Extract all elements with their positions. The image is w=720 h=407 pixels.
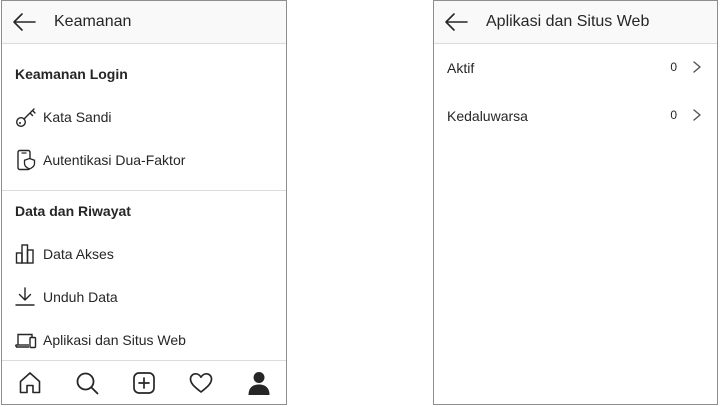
menu-item-label: Unduh Data: [43, 289, 118, 305]
heart-icon: [189, 372, 213, 393]
bar-chart-icon: [15, 244, 34, 264]
menu-item-password[interactable]: Kata Sandi: [2, 97, 286, 137]
menu-item-two-factor[interactable]: Autentikasi Dua-Faktor: [2, 140, 286, 180]
row-count: 0: [670, 60, 677, 74]
menu-item-download-data[interactable]: Unduh Data: [2, 277, 286, 317]
search-icon: [76, 372, 99, 395]
apps-websites-screen: Aplikasi dan Situs Web Aktif 0 Kedaluwar…: [433, 0, 718, 405]
chevron-right-icon: [693, 61, 701, 73]
row-label: Aktif: [447, 60, 475, 76]
top-bar: Keamanan: [2, 1, 286, 44]
page-title: Keamanan: [54, 13, 132, 30]
nav-profile-button[interactable]: [246, 370, 272, 396]
profile-icon: [248, 372, 270, 395]
nav-activity-button[interactable]: [188, 370, 214, 396]
row-count: 0: [670, 108, 677, 122]
row-active[interactable]: Aktif 0: [434, 45, 717, 89]
nav-home-button[interactable]: [17, 370, 43, 396]
back-button[interactable]: [443, 12, 469, 32]
bottom-nav: [2, 360, 286, 404]
row-expired[interactable]: Kedaluwarsa 0: [434, 93, 717, 137]
security-screen: Keamanan Keamanan Login Kata Sandi Auten…: [1, 0, 287, 405]
top-bar: Aplikasi dan Situs Web: [434, 1, 717, 44]
nav-search-button[interactable]: [74, 370, 100, 396]
chevron-right-icon: [693, 109, 701, 121]
key-icon: [15, 108, 36, 128]
back-button[interactable]: [11, 12, 37, 32]
download-icon: [15, 287, 35, 306]
section-divider: [2, 190, 286, 191]
arrow-left-icon: [13, 13, 36, 31]
phone-shield-icon: [17, 149, 36, 171]
menu-item-label: Aplikasi dan Situs Web: [43, 332, 186, 348]
page-title: Aplikasi dan Situs Web: [486, 13, 650, 30]
arrow-left-icon: [445, 13, 468, 31]
section-title-data-history: Data dan Riwayat: [15, 203, 131, 219]
section-title-login-security: Keamanan Login: [15, 66, 128, 82]
menu-item-access-data[interactable]: Data Akses: [2, 234, 286, 274]
menu-item-apps-websites[interactable]: Aplikasi dan Situs Web: [2, 320, 286, 360]
menu-item-label: Autentikasi Dua-Faktor: [43, 152, 186, 168]
nav-add-post-button[interactable]: [131, 370, 157, 396]
add-post-icon: [133, 372, 155, 394]
devices-icon: [14, 333, 37, 349]
home-icon: [19, 372, 41, 394]
menu-item-label: Kata Sandi: [43, 109, 112, 125]
menu-item-label: Data Akses: [43, 246, 114, 262]
row-label: Kedaluwarsa: [447, 108, 528, 124]
